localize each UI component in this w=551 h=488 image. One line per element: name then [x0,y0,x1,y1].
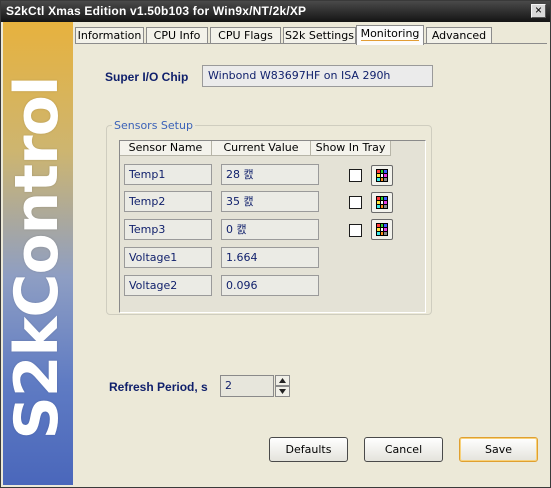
color-grid-icon [376,196,388,209]
refresh-spin-down[interactable] [275,386,290,397]
column-header-show-in-tray[interactable]: Show In Tray [311,141,391,156]
sensors-setup-title: Sensors Setup [112,119,195,132]
title-bar[interactable]: S2kCtl Xmas Edition v1.50b103 for Win9x/… [1,1,550,22]
sensor-name-temp2: Temp2 [124,191,212,212]
tab-s2k-settings[interactable]: S2k Settings [283,27,356,44]
sensor-value-temp2: 35 캜 [221,191,319,212]
tray-checkbox-temp2[interactable] [349,196,362,209]
tab-monitoring[interactable]: Monitoring [356,25,424,45]
sensor-value-temp3: 0 캜 [221,219,319,240]
sensor-name-voltage1: Voltage1 [124,247,212,268]
refresh-period-input[interactable]: 2 [220,375,274,397]
tray-color-button-temp3[interactable] [371,219,393,240]
tab-advanced[interactable]: Advanced [426,27,492,44]
spin-up-icon [279,378,286,383]
tab-cpu-info[interactable]: CPU Info [146,27,208,44]
defaults-button[interactable]: Defaults [269,437,348,462]
window-title: S2kCtl Xmas Edition v1.50b103 for Win9x/… [6,4,307,18]
sensor-name-temp3: Temp3 [124,219,212,240]
superio-value-field: Winbond W83697HF on ISA 290h [202,65,433,87]
sensor-value-voltage2: 0.096 [221,275,319,296]
column-header-sensor-name[interactable]: Sensor Name [120,141,212,156]
app-window: S2kCtl Xmas Edition v1.50b103 for Win9x/… [0,0,551,488]
tray-checkbox-temp1[interactable] [349,169,362,182]
sensor-name-temp1: Temp1 [124,164,212,185]
sensor-name-voltage2: Voltage2 [124,275,212,296]
column-header-current-value[interactable]: Current Value [212,141,311,156]
side-banner: S2kControl [3,22,73,485]
tray-color-button-temp2[interactable] [371,192,393,213]
superio-label: Super I/O Chip [105,70,189,84]
tray-checkbox-temp3[interactable] [349,224,362,237]
tray-color-button-temp1[interactable] [371,165,393,186]
refresh-period-label: Refresh Period, s [109,380,208,394]
color-grid-icon [376,169,388,182]
app-logo: S2kControl [3,76,72,440]
tab-information[interactable]: Information [75,27,144,44]
refresh-spin-up[interactable] [275,375,290,386]
cancel-button[interactable]: Cancel [364,437,443,462]
save-button[interactable]: Save [459,437,538,462]
sensor-value-voltage1: 1.664 [221,247,319,268]
sensor-value-temp1: 28 캜 [221,164,319,185]
tab-cpu-flags[interactable]: CPU Flags [210,27,281,44]
spin-down-icon [279,389,286,394]
close-button[interactable]: × [531,3,546,18]
close-icon: × [534,3,542,17]
color-grid-icon [376,223,388,236]
